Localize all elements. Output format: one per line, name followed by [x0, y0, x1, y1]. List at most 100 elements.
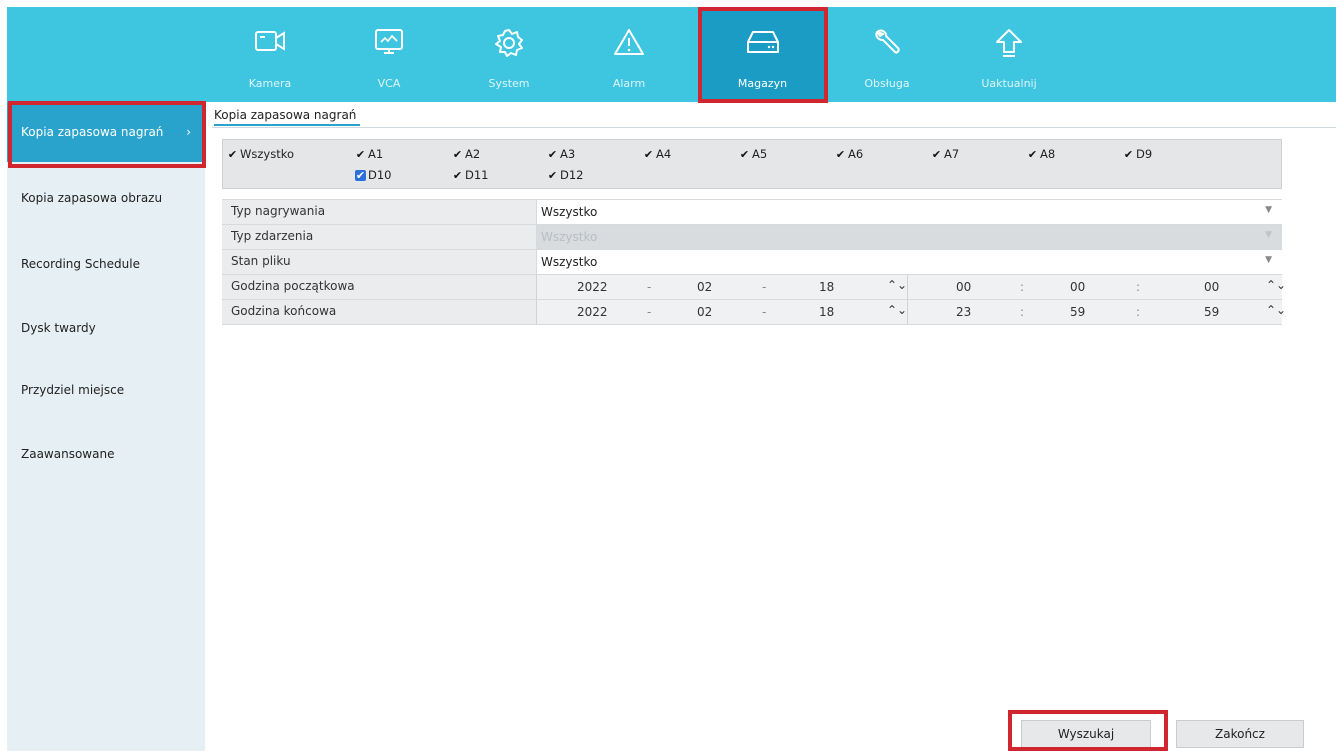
highlight-search-button [1008, 710, 1168, 751]
record-type-select[interactable]: Wszystko ▼ [536, 200, 1282, 224]
dropdown-arrow-icon: ▼ [1265, 255, 1272, 265]
checkbox-channel[interactable]: ✔ D9 [1123, 147, 1152, 161]
dropdown-arrow-icon: ▼ [1265, 205, 1272, 215]
select-value: Wszystko [541, 205, 598, 219]
field-label: Typ nagrywania [231, 204, 326, 218]
date-separator: - [647, 305, 652, 319]
end-time-field[interactable]: 23 : 59 : 59 ⌃⌄ [907, 300, 1286, 324]
checkbox-check-icon: ✔ [547, 147, 558, 161]
field-label: Godzina końcowa [231, 304, 337, 318]
field-label: Typ zdarzenia [231, 229, 314, 243]
nav-vca[interactable]: VCA [334, 7, 444, 102]
wrench-icon [875, 29, 900, 54]
event-type-select: Wszystko ▼ [536, 225, 1282, 249]
highlight-magazyn [698, 7, 828, 103]
upload-arrow-icon [996, 29, 1022, 57]
checkbox-channel[interactable]: ✔ A3 [547, 147, 575, 161]
nav-label: Obsługa [864, 77, 910, 90]
end-second: 59 [1204, 305, 1220, 319]
checkbox-label: D12 [560, 168, 584, 182]
dropdown-arrow-icon: ▼ [1265, 230, 1272, 240]
nav-label: VCA [377, 77, 401, 90]
checkbox-check-icon: ✔ [547, 168, 558, 182]
time-separator: : [1136, 305, 1141, 319]
date-separator: - [762, 305, 767, 319]
start-month: 02 [697, 280, 713, 294]
checkbox-check-icon: ✔ [355, 168, 366, 182]
time-separator: : [1020, 280, 1025, 294]
nav-label: Alarm [612, 77, 646, 90]
end-hour: 23 [956, 305, 972, 319]
start-day: 18 [819, 280, 835, 294]
checkbox-channel[interactable]: ✔ D12 [547, 168, 584, 182]
checkbox-label: A3 [560, 147, 576, 161]
start-year: 2022 [577, 280, 608, 294]
start-date-field[interactable]: 2022 - 02 - 18 ⌃⌄ [536, 275, 908, 299]
close-button[interactable]: Zakończ [1176, 720, 1304, 748]
spin-arrows-icon[interactable]: ⌃⌄ [1266, 279, 1286, 291]
checkbox-check-icon: ✔ [227, 147, 238, 161]
checkbox-all[interactable]: ✔ Wszystko [227, 147, 294, 161]
checkbox-channel[interactable]: ✔ A5 [739, 147, 767, 161]
checkbox-label: A7 [944, 147, 960, 161]
checkbox-label: A2 [465, 147, 481, 161]
start-second: 00 [1204, 280, 1220, 294]
spin-arrows-icon[interactable]: ⌃⌄ [887, 279, 907, 291]
date-separator: - [762, 280, 767, 294]
nav-label: Kamera [248, 77, 292, 90]
field-label: Stan pliku [231, 254, 291, 268]
checkbox-check-icon: ✔ [1027, 147, 1038, 161]
sidebar-item-image-backup[interactable]: Kopia zapasowa obrazu [7, 168, 205, 228]
time-separator: : [1136, 280, 1141, 294]
checkbox-channel[interactable]: ✔ A1 [355, 147, 383, 161]
sidebar-item-label: Zaawansowane [21, 447, 115, 461]
spin-arrows-icon[interactable]: ⌃⌄ [1266, 304, 1286, 316]
checkbox-channel[interactable]: ✔ D10 [355, 168, 392, 182]
nav-uaktualnij[interactable]: Uaktualnij [954, 7, 1064, 102]
row-file-state: Stan pliku Wszystko ▼ [222, 250, 1282, 275]
checkbox-channel[interactable]: ✔ A2 [452, 147, 480, 161]
sidebar-item-hard-disk[interactable]: Dysk twardy [7, 298, 205, 358]
file-state-select[interactable]: Wszystko ▼ [536, 250, 1282, 274]
checkbox-label: D11 [465, 168, 489, 182]
spin-arrows-icon[interactable]: ⌃⌄ [887, 304, 907, 316]
end-date-field[interactable]: 2022 - 02 - 18 ⌃⌄ [536, 300, 908, 324]
checkbox-channel[interactable]: ✔ A7 [931, 147, 959, 161]
nav-system[interactable]: System [454, 7, 564, 102]
checkbox-label: A4 [656, 147, 672, 161]
nav-alarm[interactable]: Alarm [574, 7, 684, 102]
select-value: Wszystko [541, 255, 598, 269]
sidebar-item-recording-schedule[interactable]: Recording Schedule [7, 234, 205, 294]
end-day: 18 [819, 305, 835, 319]
row-record-type: Typ nagrywania Wszystko ▼ [222, 199, 1282, 225]
row-start-time: Godzina początkowa 2022 - 02 - 18 ⌃⌄ 00 … [222, 275, 1286, 300]
end-year: 2022 [577, 305, 608, 319]
checkbox-label: A6 [848, 147, 864, 161]
checkbox-check-icon: ✔ [1123, 147, 1134, 161]
sidebar-item-allocate-space[interactable]: Przydziel miejsce [7, 360, 205, 420]
sidebar-item-label: Recording Schedule [21, 257, 140, 271]
tab-bar: Kopia zapasowa nagrań [212, 108, 1336, 128]
nav-kamera[interactable]: Kamera [215, 7, 325, 102]
checkbox-label: A8 [1040, 147, 1056, 161]
checkbox-check-icon: ✔ [739, 147, 750, 161]
end-minute: 59 [1070, 305, 1086, 319]
checkbox-channel[interactable]: ✔ A6 [835, 147, 863, 161]
checkbox-channel[interactable]: ✔ D11 [452, 168, 489, 182]
sidebar-item-advanced[interactable]: Zaawansowane [7, 424, 205, 484]
checkbox-channel[interactable]: ✔ A4 [643, 147, 671, 161]
sidebar: Kopia zapasowa nagrań › Kopia zapasowa o… [7, 102, 205, 751]
checkbox-label: D10 [368, 168, 392, 182]
time-separator: : [1020, 305, 1025, 319]
checkbox-label: A1 [368, 147, 384, 161]
warning-icon [614, 29, 644, 55]
checkbox-channel[interactable]: ✔ A8 [1027, 147, 1055, 161]
start-time-field[interactable]: 00 : 00 : 00 ⌃⌄ [907, 275, 1286, 299]
search-form: Typ nagrywania Wszystko ▼ Typ zdarzenia … [222, 199, 1286, 325]
sidebar-item-label: Kopia zapasowa obrazu [21, 191, 163, 205]
highlight-sidebar-active [8, 101, 206, 168]
tab-recording-backup[interactable]: Kopia zapasowa nagrań [214, 108, 361, 126]
nav-obsluga[interactable]: Obsługa [832, 7, 942, 102]
checkbox-label: Wszystko [240, 147, 294, 161]
date-separator: - [647, 280, 652, 294]
